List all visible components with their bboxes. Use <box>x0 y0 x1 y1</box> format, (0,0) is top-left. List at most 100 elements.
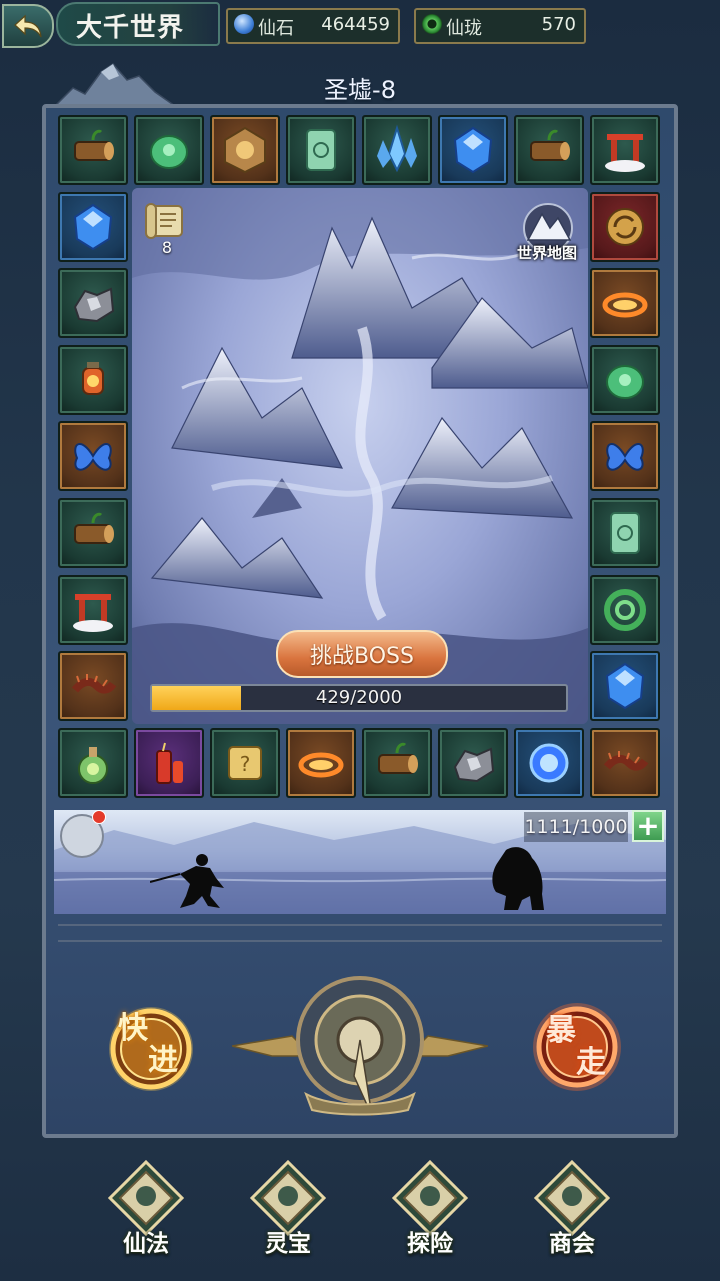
board-tile[interactable] <box>58 192 128 262</box>
nav-item-immortal-art[interactable]: 仙法 <box>98 1160 194 1260</box>
wood-log-icon <box>74 512 114 544</box>
shrine-gate-icon <box>73 594 113 632</box>
board-tile[interactable] <box>590 728 660 798</box>
add-stamina-button[interactable]: + <box>632 810 664 842</box>
rampage-char: 暴 <box>546 1013 576 1048</box>
board-tile[interactable] <box>590 651 660 721</box>
board-tile[interactable] <box>58 651 128 721</box>
board-tile[interactable] <box>590 345 660 415</box>
wood-log-icon <box>530 129 570 161</box>
currency-spirit-stone[interactable]: 仙石 464459 <box>226 8 400 44</box>
board-tile[interactable] <box>590 192 660 262</box>
board-tile[interactable] <box>590 575 660 645</box>
mystery-scroll-icon: ? <box>228 746 262 780</box>
world-map-label[interactable]: 世界地图 <box>505 242 589 263</box>
page-title: 大千世界 <box>76 13 185 43</box>
jade-dragon-icon <box>606 365 644 399</box>
back-button[interactable] <box>2 4 54 48</box>
centipede-icon <box>603 751 649 771</box>
currency-immortal-jade[interactable]: 仙珑 570 <box>414 8 586 44</box>
jade-tablet-icon <box>610 512 640 554</box>
board-tile[interactable] <box>590 421 660 491</box>
rampage-button[interactable]: 暴 走 <box>532 1002 622 1092</box>
rampage-char: 走 <box>576 1045 606 1080</box>
refresh-token-icon <box>606 208 644 246</box>
blue-gem-icon <box>453 126 493 174</box>
green-jade-ring-icon <box>422 14 442 34</box>
board-tile[interactable] <box>58 728 128 798</box>
board-tile[interactable] <box>590 268 660 338</box>
shrine-gate-icon <box>605 134 645 172</box>
jade-coil-icon <box>604 589 646 631</box>
jade-tablet-icon <box>306 129 336 171</box>
fast-forward-char: 快 <box>118 1011 148 1046</box>
title-plate: 大千世界 <box>56 2 220 46</box>
board-tile[interactable] <box>58 345 128 415</box>
fire-ring-icon <box>602 292 648 318</box>
fire-ring-icon <box>298 752 344 778</box>
fast-forward-button[interactable]: 快 进 <box>106 1004 196 1094</box>
nav-item-guild-shop[interactable]: 商会 <box>524 1160 620 1260</box>
blue-butterfly-icon <box>74 443 112 471</box>
board-tile[interactable] <box>58 421 128 491</box>
fast-forward-char: 进 <box>148 1043 178 1078</box>
wood-log-icon <box>74 129 114 161</box>
jade-dragon-icon <box>150 135 188 169</box>
currency-value: 464459 <box>321 14 390 35</box>
board-tile[interactable] <box>286 728 356 798</box>
bronze-talisman-icon <box>224 126 266 174</box>
board-tile[interactable] <box>590 115 660 185</box>
nav-label: 灵宝 <box>265 1231 311 1257</box>
stage-title: 圣墟-8 <box>324 76 396 104</box>
wood-log-icon <box>378 742 418 774</box>
challenge-boss-button[interactable]: 挑战BOSS <box>276 630 448 678</box>
bagua-compass-icon[interactable] <box>232 976 488 1116</box>
blue-gem-icon <box>73 203 113 251</box>
board-tile[interactable] <box>134 115 204 185</box>
monster-silhouette <box>492 847 544 910</box>
firecracker-icon <box>156 742 183 784</box>
board-tile[interactable]: ? <box>210 728 280 798</box>
board-tile[interactable] <box>58 268 128 338</box>
board-tile[interactable] <box>514 115 584 185</box>
divider <box>58 940 662 942</box>
iron-ore-icon <box>73 287 115 323</box>
iron-ore-icon <box>453 747 495 783</box>
board-tile[interactable] <box>210 115 280 185</box>
blue-butterfly-icon <box>606 443 644 471</box>
board-tile[interactable] <box>362 115 432 185</box>
board-tile[interactable] <box>438 115 508 185</box>
currency-label: 仙珑 <box>446 18 482 39</box>
currency-value: 570 <box>541 14 576 35</box>
back-arrow-icon <box>14 14 42 38</box>
blue-gem-icon <box>605 662 645 710</box>
scroll-count: 8 <box>161 238 173 257</box>
nav-label: 仙法 <box>123 1231 169 1257</box>
centipede-icon <box>71 674 117 694</box>
board-tile[interactable] <box>134 728 204 798</box>
board-tile[interactable] <box>286 115 356 185</box>
board-tile[interactable] <box>590 498 660 568</box>
nav-label: 探险 <box>407 1231 453 1257</box>
notification-dot <box>92 810 106 824</box>
blue-crystal-cluster-icon <box>377 124 417 173</box>
top-bar: 大千世界 仙石 464459 仙珑 570 <box>0 0 720 52</box>
board-tile[interactable] <box>58 115 128 185</box>
board-tile[interactable] <box>514 728 584 798</box>
board-tile[interactable] <box>58 575 128 645</box>
hero-silhouette <box>150 854 224 908</box>
currency-label: 仙石 <box>258 18 294 39</box>
nav-label: 商会 <box>549 1231 595 1257</box>
boss-progress-bar: 429/2000 <box>150 684 568 712</box>
stamina-counter: 1111/1000 <box>524 812 628 842</box>
nav-item-lotus-treasure[interactable]: 灵宝 <box>240 1160 336 1260</box>
potion-gourd-icon <box>78 747 108 784</box>
board-tile[interactable] <box>362 728 432 798</box>
blue-orb-icon <box>529 743 569 783</box>
blue-spirit-stone-icon <box>234 14 254 34</box>
board-tile[interactable] <box>438 728 508 798</box>
divider <box>58 924 662 926</box>
board-tile[interactable] <box>58 498 128 568</box>
svg-text:?: ? <box>240 752 251 776</box>
nav-item-expedition[interactable]: 探险 <box>382 1160 478 1260</box>
